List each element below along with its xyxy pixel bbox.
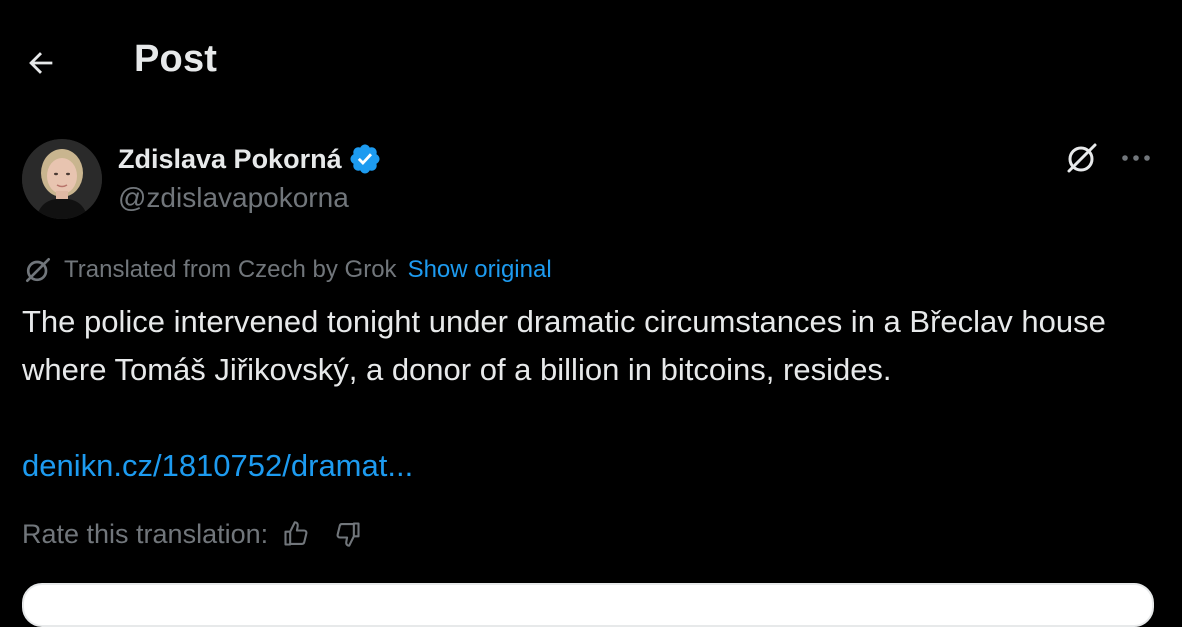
author-handle[interactable]: @zdislavapokorna <box>118 182 349 214</box>
arrow-left-icon <box>29 52 53 74</box>
back-button[interactable] <box>20 42 62 84</box>
verified-badge-icon <box>350 144 380 174</box>
post-header: Post <box>0 0 1182 124</box>
avatar[interactable] <box>22 139 102 219</box>
author-name[interactable]: Zdislava Pokorná <box>118 142 382 176</box>
grok-icon <box>26 258 50 282</box>
show-original-link[interactable]: Show original <box>408 256 552 284</box>
thumbs-down-button[interactable] <box>330 516 366 552</box>
translation-label: Translated from Czech by Grok <box>64 256 397 283</box>
rate-translation-label: Rate this translation: <box>22 518 269 549</box>
author-display-name: Zdislava Pokorná <box>118 143 342 174</box>
rate-translation-row: Rate this translation: <box>22 516 366 552</box>
thumbs-up-button[interactable] <box>278 516 314 552</box>
thumbs-up-icon <box>284 521 308 546</box>
post-text: The police intervened tonight under dram… <box>22 304 1106 387</box>
more-options-button[interactable] <box>1116 142 1156 174</box>
grok-button[interactable] <box>1062 138 1102 178</box>
avatar-photo <box>22 139 102 219</box>
thumbs-down-icon <box>336 522 360 547</box>
page-title: Post <box>134 38 218 80</box>
more-horizontal-icon <box>1122 155 1150 161</box>
grok-icon <box>1067 143 1097 173</box>
translation-notice: Translated from Czech by Grok Show origi… <box>22 254 552 286</box>
post-link[interactable]: denikn.cz/1810752/dramat... <box>22 442 413 490</box>
